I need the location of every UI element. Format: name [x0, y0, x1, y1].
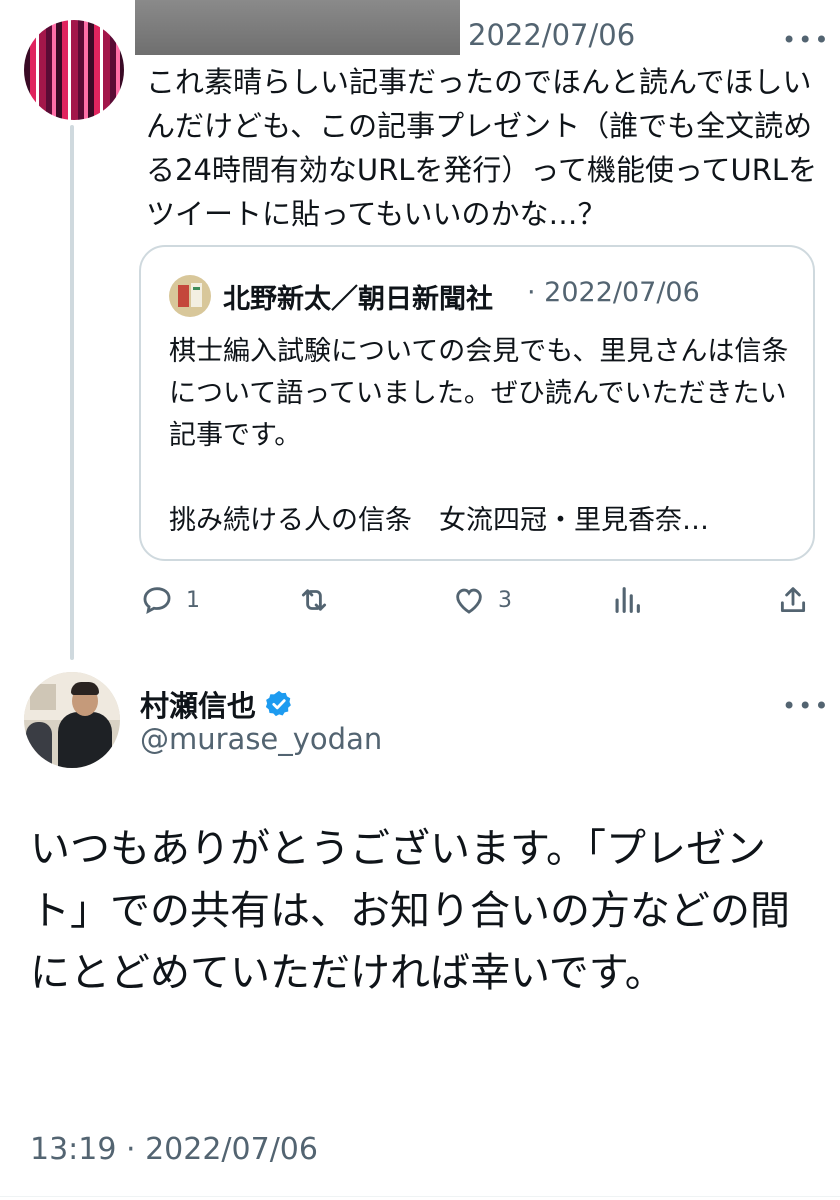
- share-button[interactable]: [776, 578, 810, 622]
- reply-tweet-text: いつもありがとうございます。「プレゼント」での共有は、お知り合いの方などの間にと…: [30, 826, 790, 996]
- more-options-icon[interactable]: •••: [782, 28, 830, 52]
- retweet-icon: [301, 589, 327, 611]
- share-icon: [780, 587, 806, 613]
- reply-author-avatar[interactable]: [24, 672, 120, 768]
- reply-button[interactable]: 1: [140, 578, 200, 622]
- parent-tweet-text: これ素晴らしい記事だったのでほんと読んでほしいんだけども、この記事プレゼント（誰…: [146, 65, 818, 231]
- quoted-tweet-date: · 2022/07/06: [527, 277, 700, 308]
- reply-author-name-row[interactable]: 村瀬信也: [140, 683, 294, 725]
- views-button[interactable]: [610, 578, 644, 622]
- heart-icon: [456, 588, 482, 614]
- quoted-tweet-text: 棋士編入試験についての会見でも、里見さんは信条について語っていました。ぜひ読んで…: [169, 336, 789, 451]
- reply-more-options-icon[interactable]: •••: [782, 694, 830, 718]
- reply-count: 1: [186, 587, 200, 613]
- reply-author-name: 村瀬信也: [140, 689, 257, 723]
- parent-tweet-date[interactable]: 2022/07/06: [468, 18, 635, 52]
- reply-tweet-timestamp[interactable]: 13:19 · 2022/07/06: [30, 1132, 318, 1167]
- parent-author-avatar[interactable]: [24, 20, 124, 120]
- quoted-author-name: 北野新太／朝日新聞社: [223, 284, 493, 315]
- tweet-action-bar: 1 3: [140, 578, 820, 622]
- like-button[interactable]: 3: [452, 578, 512, 622]
- retweet-button[interactable]: [297, 578, 331, 622]
- quoted-article-headline: 挑み続ける人の信条 女流四冠・里見香奈…: [169, 505, 709, 536]
- reply-icon: [143, 587, 171, 614]
- views-icon: [615, 587, 640, 613]
- redacted-author-name: [135, 0, 460, 55]
- quoted-author-avatar: [169, 275, 211, 317]
- divider: [0, 1196, 840, 1197]
- thread-connector-line: [70, 125, 74, 660]
- quoted-tweet-card[interactable]: 北野新太／朝日新聞社 · 2022/07/06 棋士編入試験についての会見でも、…: [139, 245, 815, 561]
- like-count: 3: [498, 587, 512, 613]
- verified-badge-icon: [265, 690, 291, 717]
- reply-author-handle[interactable]: @murase_yodan: [140, 722, 382, 756]
